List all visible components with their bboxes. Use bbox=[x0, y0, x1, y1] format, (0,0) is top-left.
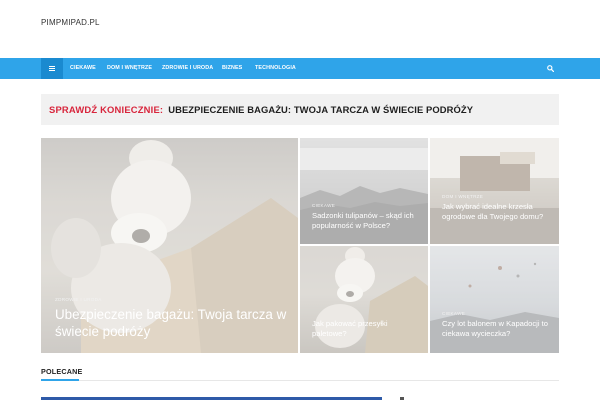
featured-title[interactable]: Jak pakować przesyłki paletowe? bbox=[312, 319, 424, 338]
ticker-headline-link[interactable]: UBEZPIECZENIE BAGAŻU: TWOJA TARCZA W ŚWI… bbox=[168, 104, 473, 115]
nav-item-dom-i-wnetrze[interactable]: DOM I WNĘTRZE bbox=[107, 58, 152, 79]
image-overlay bbox=[430, 138, 559, 244]
nav-item-technologia[interactable]: TECHNOLOGIA bbox=[255, 58, 296, 79]
category-badge[interactable]: CIEKAWE bbox=[312, 203, 335, 208]
featured-title[interactable]: Czy lot balonem w Kapadocji to ciekawa w… bbox=[442, 319, 555, 338]
hamburger-icon bbox=[49, 66, 55, 71]
nav-item-ciekawe[interactable]: CIEKAWE bbox=[70, 58, 96, 79]
section-divider bbox=[41, 380, 559, 381]
featured-card[interactable]: CIEKAWE Sadzonki tulipanów – skąd ich po… bbox=[300, 138, 428, 244]
search-icon bbox=[547, 65, 554, 72]
category-badge[interactable]: ZDROWIE I URODA bbox=[55, 297, 102, 302]
ticker-label: SPRAWDŹ KONIECZNIE: bbox=[49, 104, 164, 115]
section-title-polecane: POLECANE bbox=[41, 367, 83, 376]
featured-card[interactable]: Jak pakować przesyłki paletowe? bbox=[300, 246, 428, 353]
featured-card[interactable]: CIEKAWE Czy lot balonem w Kapadocji to c… bbox=[430, 246, 559, 353]
breaking-news-bar: SPRAWDŹ KONIECZNIE: UBEZPIECZENIE BAGAŻU… bbox=[41, 94, 559, 125]
main-navigation: CIEKAWE DOM I WNĘTRZE ZDROWIE I URODA BI… bbox=[0, 58, 600, 79]
nav-item-biznes[interactable]: BIZNES bbox=[222, 58, 242, 79]
site-title[interactable]: PIMPMIPAD.PL bbox=[41, 18, 100, 27]
featured-title[interactable]: Ubezpieczenie bagażu: Twoja tarcza w świ… bbox=[55, 306, 290, 340]
featured-card-main[interactable]: ZDROWIE I URODA Ubezpieczenie bagażu: Tw… bbox=[41, 138, 298, 353]
search-button[interactable] bbox=[546, 58, 556, 79]
category-badge[interactable]: DOM I WNĘTRZE bbox=[442, 194, 483, 199]
section-title-underline bbox=[41, 379, 79, 381]
featured-title[interactable]: Jak wybrać idealne krzesła ogrodowe dla … bbox=[442, 202, 555, 221]
featured-title[interactable]: Sadzonki tulipanów – skąd ich popularnoś… bbox=[312, 211, 424, 230]
nav-item-zdrowie-i-uroda[interactable]: ZDROWIE I URODA bbox=[162, 58, 213, 79]
featured-card[interactable]: DOM I WNĘTRZE Jak wybrać idealne krzesła… bbox=[430, 138, 559, 244]
menu-toggle-button[interactable] bbox=[41, 58, 63, 79]
category-badge[interactable]: CIEKAWE bbox=[442, 311, 465, 316]
